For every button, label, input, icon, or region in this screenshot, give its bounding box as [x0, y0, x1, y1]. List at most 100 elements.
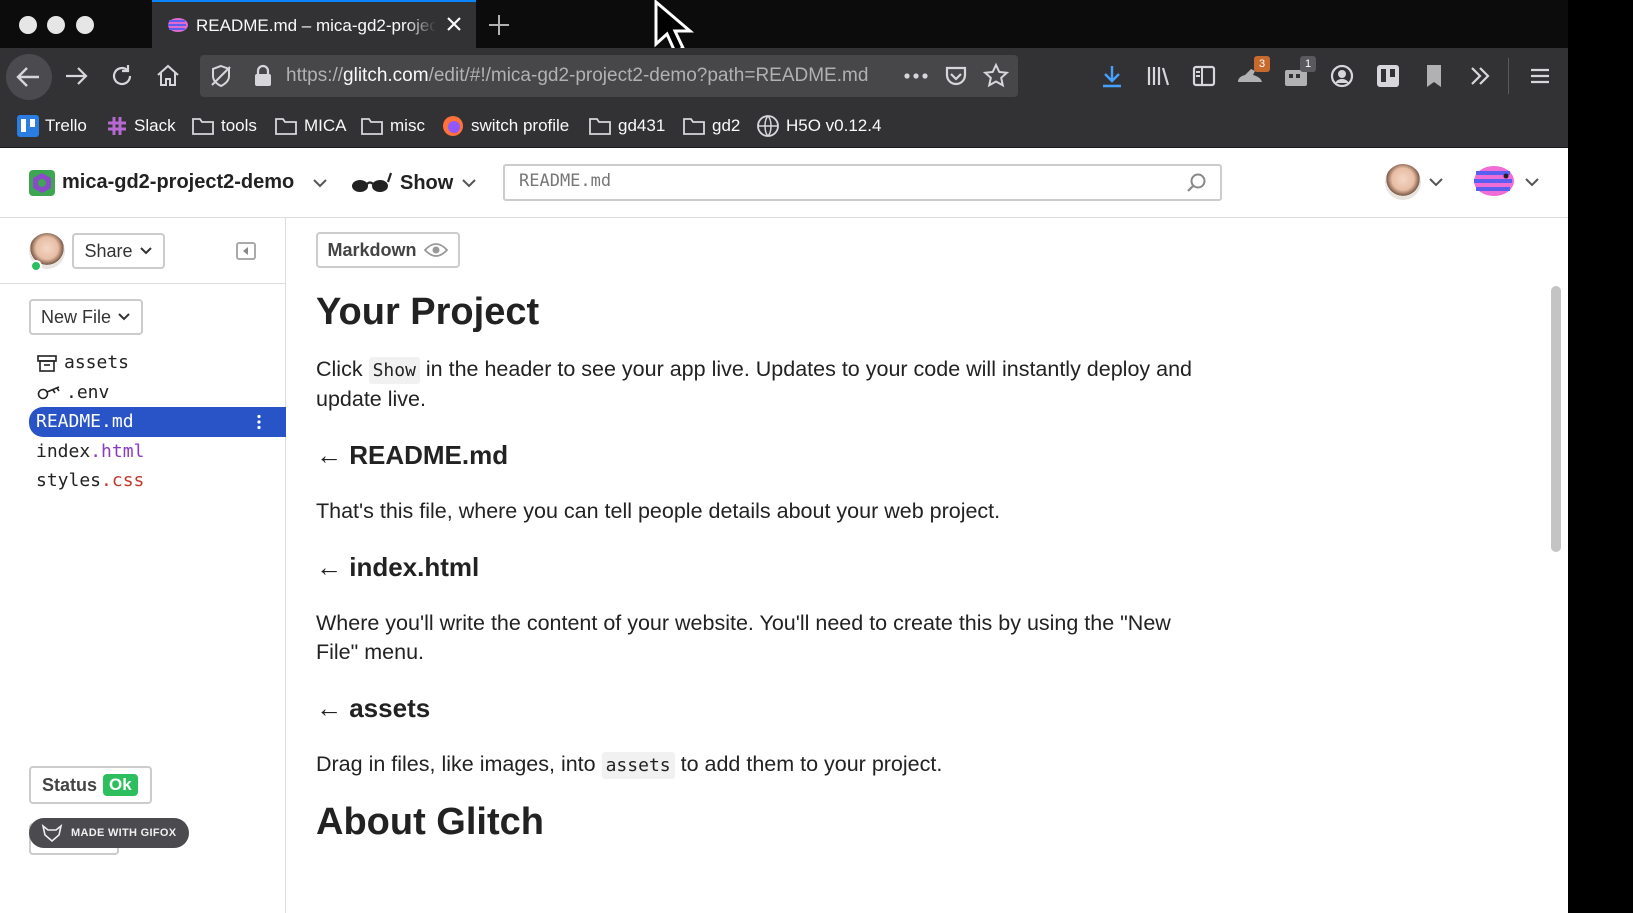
bookmark-extension-button[interactable] — [1418, 60, 1450, 92]
minimize-window-icon[interactable] — [47, 16, 65, 34]
bookmark-label: Slack — [134, 116, 176, 135]
extension-shoe-button[interactable]: 3 — [1234, 56, 1270, 92]
file-item-readme[interactable]: README.md — [29, 407, 286, 437]
bookmark-h5o[interactable]: H5O v0.12.4 — [756, 114, 881, 138]
library-icon — [1147, 67, 1170, 86]
maximize-window-icon[interactable] — [76, 16, 94, 34]
inline-code: assets — [601, 752, 675, 780]
search-icon[interactable] — [1186, 172, 1208, 194]
file-tree: assets .env README.md index .html styles.… — [29, 348, 286, 496]
fox-icon — [41, 824, 63, 842]
index-text: Where you'll write the content of your w… — [316, 611, 1171, 665]
glitch-fish-icon — [168, 18, 188, 32]
status-label: Status — [42, 774, 98, 795]
new-file-label: New File — [40, 306, 111, 327]
share-button[interactable]: Share — [72, 233, 165, 269]
arrow-left-icon — [16, 67, 39, 87]
file-item-env[interactable]: .env — [29, 378, 286, 408]
kebab-menu-icon[interactable] — [256, 414, 262, 430]
chevron-down-icon — [118, 313, 130, 321]
account-button[interactable] — [1326, 60, 1358, 92]
doc-intro: Click Show in the header to see your app… — [316, 355, 1216, 414]
chevron-down-icon[interactable] — [1428, 176, 1444, 188]
downloads-button[interactable] — [1096, 60, 1128, 92]
sunglasses-icon — [352, 172, 392, 192]
bookmark-star-icon[interactable] — [982, 62, 1010, 90]
file-search — [503, 164, 1222, 201]
markdown-preview: Markdown Your Project Click Show in the … — [287, 218, 1547, 913]
close-window-icon[interactable] — [19, 16, 37, 34]
bookmark-folder-tools[interactable]: tools — [191, 114, 257, 138]
bookmark-label: Trello — [45, 116, 87, 135]
bookmark-slack[interactable]: Slack — [106, 114, 176, 138]
bookmark-folder-gd2[interactable]: gd2 — [682, 114, 740, 138]
bookmark-folder-gd431[interactable]: gd431 — [588, 114, 665, 138]
url-domain: glitch.com — [343, 65, 429, 86]
file-name: assets — [64, 352, 130, 374]
online-indicator — [30, 260, 42, 272]
bookmark-trello[interactable]: Trello — [17, 114, 87, 138]
status-button[interactable]: Status Ok — [29, 766, 152, 804]
new-tab-icon[interactable] — [486, 12, 512, 38]
bookmark-folder-mica[interactable]: MICA — [274, 114, 347, 138]
bookmark-label: MICA — [304, 116, 347, 135]
project-name[interactable]: mica-gd2-project2-demo — [62, 171, 294, 194]
extension-b-badge: 1 — [1300, 56, 1316, 72]
bookmark-label: tools — [221, 116, 257, 135]
library-button[interactable] — [1142, 60, 1174, 92]
markdown-toggle-button[interactable]: Markdown — [316, 232, 460, 268]
back-button[interactable] — [6, 54, 52, 100]
chevron-down-icon[interactable] — [1524, 176, 1540, 188]
url-path: /edit/#!/mica-gd2-project2-demo?path=REA… — [428, 65, 869, 86]
reload-icon — [112, 65, 132, 86]
bookmark-label: H5O v0.12.4 — [786, 116, 882, 135]
trello-extension-button[interactable] — [1372, 60, 1404, 92]
file-search-input[interactable] — [519, 171, 1119, 191]
hamburger-menu-button[interactable] — [1524, 60, 1556, 92]
collapse-sidebar-button[interactable] — [236, 242, 256, 260]
overflow-menu-button[interactable] — [1464, 60, 1496, 92]
glitch-logo-icon[interactable] — [1472, 162, 1518, 200]
share-label: Share — [84, 240, 133, 261]
project-avatar-icon[interactable] — [29, 170, 55, 196]
trello-icon — [17, 115, 39, 137]
bookmark-folder-misc[interactable]: misc — [360, 114, 425, 138]
chevrons-right-icon — [1471, 67, 1490, 85]
archive-icon — [37, 354, 57, 372]
text-span: to add them to your project. — [674, 752, 943, 777]
pocket-icon[interactable] — [943, 63, 969, 89]
url-text: https://glitch.com/edit/#!/mica-gd2-proj… — [286, 65, 896, 87]
file-extension: .css — [101, 470, 145, 492]
trello-icon — [1377, 65, 1399, 87]
bookmark-switch-profile[interactable]: switch profile — [441, 114, 569, 138]
lock-icon[interactable] — [252, 64, 274, 88]
file-item-styles-css[interactable]: styles .css — [29, 466, 286, 496]
home-button[interactable] — [152, 60, 184, 92]
tab-readme[interactable]: README.md – mica-gd2-project2-demo — [152, 0, 476, 48]
extension-grid-button[interactable]: 1 — [1280, 56, 1316, 92]
forward-button[interactable] — [60, 60, 92, 92]
new-file-button[interactable]: New File — [29, 299, 143, 335]
file-name: styles — [36, 470, 102, 492]
show-button[interactable]: Show — [350, 168, 477, 198]
user-avatar[interactable] — [1385, 164, 1421, 200]
close-tab-icon[interactable] — [442, 12, 466, 36]
content-scrollbar[interactable] — [1551, 286, 1561, 552]
chevron-down-icon[interactable] — [312, 177, 328, 189]
more-actions-icon[interactable] — [903, 67, 929, 85]
reload-button[interactable] — [106, 60, 138, 92]
extension-a-badge: 3 — [1254, 56, 1270, 72]
url-bar[interactable]: https://glitch.com/edit/#!/mica-gd2-proj… — [200, 55, 1018, 97]
folder-icon — [192, 118, 214, 135]
file-extension: .html — [90, 440, 145, 462]
status-badge: Ok — [103, 774, 138, 796]
readme-text: That's this file, where you can tell peo… — [316, 499, 1001, 524]
tracking-protection-icon[interactable] — [208, 63, 234, 89]
bookmark-label: switch profile — [471, 116, 570, 135]
index-heading: ← index.html — [316, 552, 480, 583]
file-item-assets[interactable]: assets — [29, 348, 286, 378]
sidebar-toggle-button[interactable] — [1188, 60, 1220, 92]
file-item-index-html[interactable]: index .html — [29, 437, 286, 467]
gifox-watermark: MADE WITH GIFOX — [29, 818, 189, 848]
browser-window: README.md – mica-gd2-project2-demo — [0, 0, 1568, 913]
